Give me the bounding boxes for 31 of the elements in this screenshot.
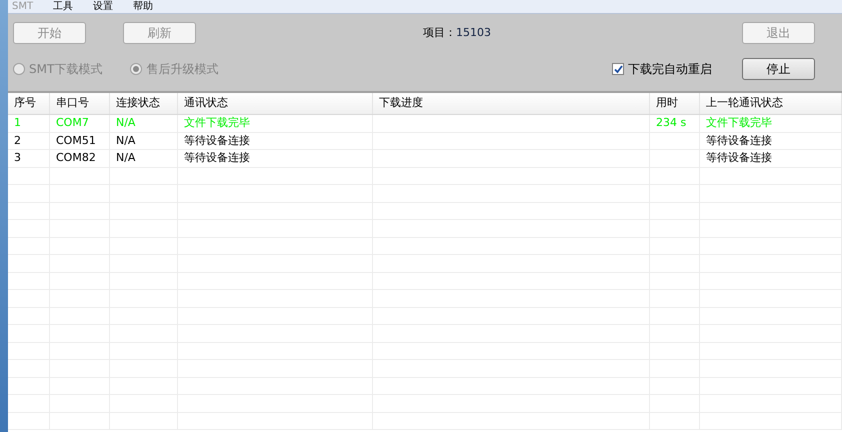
table-cell: N/A bbox=[110, 115, 178, 132]
table-cell: 文件下载完毕 bbox=[700, 115, 842, 132]
menu-item[interactable]: 帮助 bbox=[133, 2, 154, 12]
column-header[interactable]: 通讯状态 bbox=[178, 93, 373, 114]
table-cell: 234 s bbox=[650, 115, 700, 132]
menu-item[interactable]: 工具 bbox=[53, 2, 74, 12]
table-cell: 等待设备连接 bbox=[178, 132, 373, 149]
table-cell: N/A bbox=[110, 132, 178, 149]
column-header[interactable]: 下载进度 bbox=[373, 93, 650, 114]
table-cell: COM7 bbox=[50, 115, 110, 132]
column-header[interactable]: 连接状态 bbox=[110, 93, 178, 114]
menu-item[interactable]: 设置 bbox=[93, 2, 114, 12]
table-cell: 等待设备连接 bbox=[700, 132, 842, 149]
column-header[interactable]: 序号 bbox=[8, 93, 50, 114]
table-cell: 3 bbox=[8, 150, 50, 166]
table-cell: N/A bbox=[110, 150, 178, 166]
project-label: 项目： bbox=[423, 24, 456, 41]
table-cell: 2 bbox=[8, 132, 50, 149]
column-header[interactable]: 上一轮通讯状态 bbox=[700, 93, 842, 114]
table-cell: 等待设备连接 bbox=[178, 150, 373, 166]
column-header[interactable]: 用时 bbox=[650, 93, 700, 114]
auto-restart-checkbox[interactable]: 下载完自动重启 bbox=[612, 60, 712, 78]
column-header[interactable]: 串口号 bbox=[50, 93, 110, 114]
project-number: 15103 bbox=[456, 24, 491, 41]
table-cell: 1 bbox=[8, 115, 50, 132]
table-cell: 文件下载完毕 bbox=[178, 115, 373, 132]
toolbar-button[interactable]: 停止 bbox=[742, 58, 815, 80]
table-cell: 等待设备连接 bbox=[700, 150, 842, 166]
table-cell: COM51 bbox=[50, 132, 110, 149]
checkmark-icon bbox=[614, 64, 622, 74]
table-cell: COM82 bbox=[50, 150, 110, 166]
